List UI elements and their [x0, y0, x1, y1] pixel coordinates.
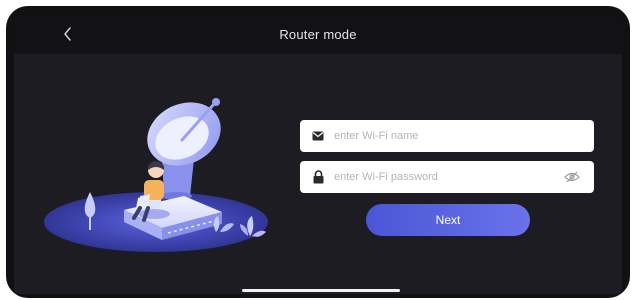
chevron-left-icon — [64, 27, 71, 41]
page-title: Router mode — [279, 26, 357, 42]
eye-off-icon — [564, 171, 580, 183]
top-bar: Router mode — [14, 14, 622, 54]
wifi-name-input[interactable] — [334, 120, 594, 152]
wifi-password-field[interactable] — [300, 161, 594, 193]
back-button[interactable] — [56, 22, 80, 46]
next-button[interactable]: Next — [366, 204, 530, 236]
satellite-dish-illustration — [44, 98, 268, 252]
wifi-name-field[interactable] — [300, 120, 594, 152]
password-visibility-toggle[interactable] — [562, 167, 582, 187]
lock-icon — [310, 169, 326, 185]
device-frame: Router mode enter Wi-Fi name Next — [6, 6, 630, 298]
wifi-password-input[interactable] — [334, 161, 562, 193]
home-indicator — [242, 289, 400, 292]
envelope-icon — [310, 128, 326, 144]
app-screen: Router mode enter Wi-Fi name Next — [14, 14, 622, 294]
